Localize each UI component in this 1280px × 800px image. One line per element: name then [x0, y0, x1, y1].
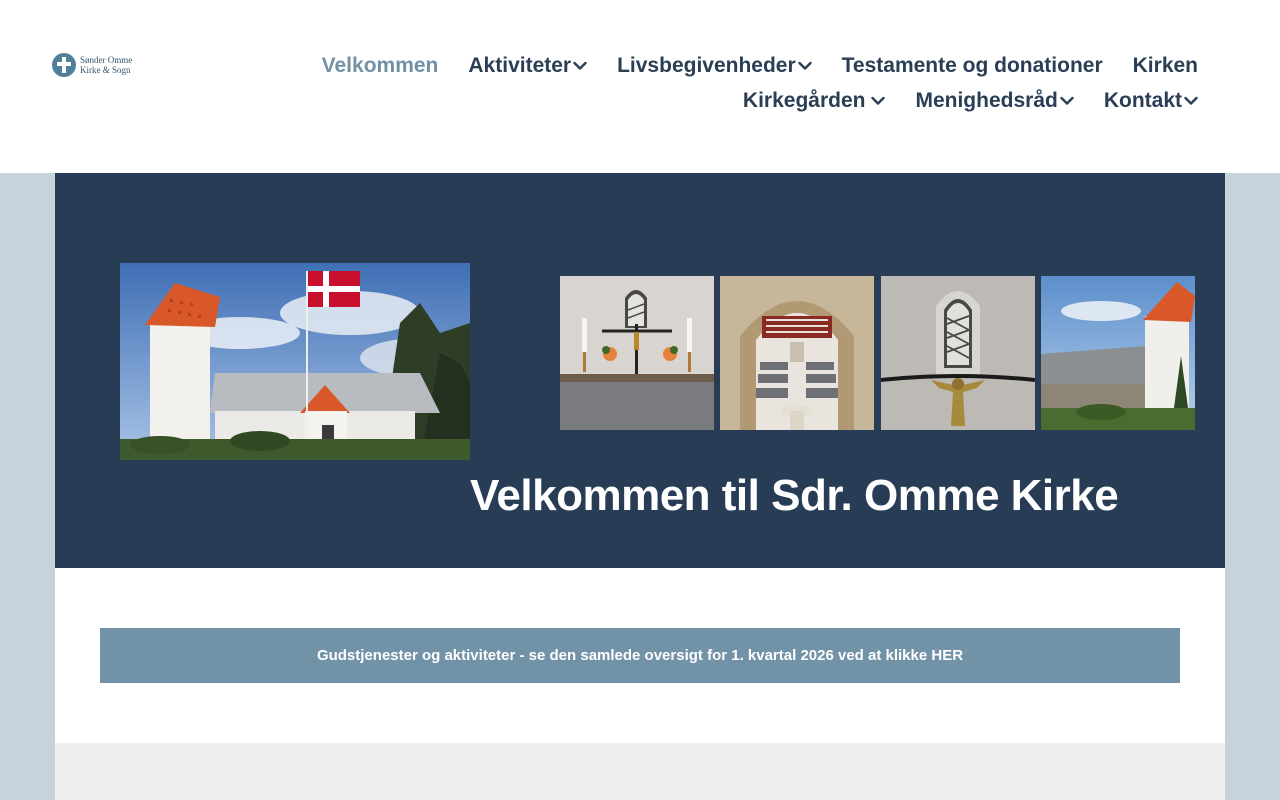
main-nav-row-1: Velkommen Aktiviteter Livsbegivenheder T…	[292, 54, 1198, 78]
logo-line-2: Kirke & Sogn	[80, 65, 131, 75]
chevron-down-icon	[1184, 96, 1198, 106]
nav-item-menighedsraad[interactable]: Menighedsråd	[915, 89, 1074, 113]
nav-item-label: Testamente og donationer	[841, 54, 1103, 77]
lower-section	[55, 743, 1225, 800]
cross-logo-icon	[52, 53, 76, 77]
services-overview-banner-link[interactable]: Gudstjenester og aktiviteter - se den sa…	[100, 628, 1180, 683]
nav-item-kontakt[interactable]: Kontakt	[1104, 89, 1198, 113]
nav-item-velkommen[interactable]: Velkommen	[322, 54, 439, 78]
altar-photo	[560, 276, 714, 430]
chevron-down-icon	[1060, 96, 1074, 106]
nav-item-livsbegivenheder[interactable]: Livsbegivenheder	[617, 54, 812, 78]
nav-item-label: Kirkegården	[742, 89, 866, 112]
nav-item-label: Menighedsråd	[915, 89, 1058, 112]
banner-text: Gudstjenester og aktiviteter - se den sa…	[316, 647, 964, 664]
church-exterior-photo	[120, 263, 470, 460]
chevron-down-icon	[573, 61, 587, 71]
site-logo[interactable]: Sønder Omme Kirke & Sogn	[52, 51, 142, 79]
logo-text: Sønder Omme Kirke & Sogn	[80, 55, 132, 75]
crucifix-photo	[881, 276, 1035, 430]
logo-line-1: Sønder Omme	[80, 55, 133, 65]
hero-section: Velkommen til Sdr. Omme Kirke	[55, 173, 1225, 568]
nav-item-testamente[interactable]: Testamente og donationer	[842, 54, 1103, 78]
hero-title: Velkommen til Sdr. Omme Kirke	[470, 471, 1119, 520]
main-nav-row-2: Kirkegården Menighedsråd Kontakt	[713, 89, 1198, 113]
nav-item-label: Aktiviteter	[468, 54, 572, 77]
church-side-view-photo	[1041, 276, 1195, 430]
chevron-down-icon	[871, 96, 886, 106]
nav-item-label: Kirken	[1132, 54, 1198, 77]
church-interior-photo	[720, 276, 874, 430]
nav-item-label: Kontakt	[1103, 89, 1182, 112]
chevron-down-icon	[797, 61, 812, 71]
nav-item-label: Livsbegivenheder	[617, 54, 796, 77]
main-content: Gudstjenester og aktiviteter - se den sa…	[55, 568, 1225, 743]
nav-item-kirken[interactable]: Kirken	[1133, 54, 1198, 78]
site-header: Sønder Omme Kirke & Sogn Velkommen Aktiv…	[0, 0, 1280, 173]
nav-item-kirkegaarden[interactable]: Kirkegården	[743, 89, 886, 113]
nav-item-label: Velkommen	[321, 54, 439, 77]
nav-item-aktiviteter[interactable]: Aktiviteter	[468, 54, 587, 78]
